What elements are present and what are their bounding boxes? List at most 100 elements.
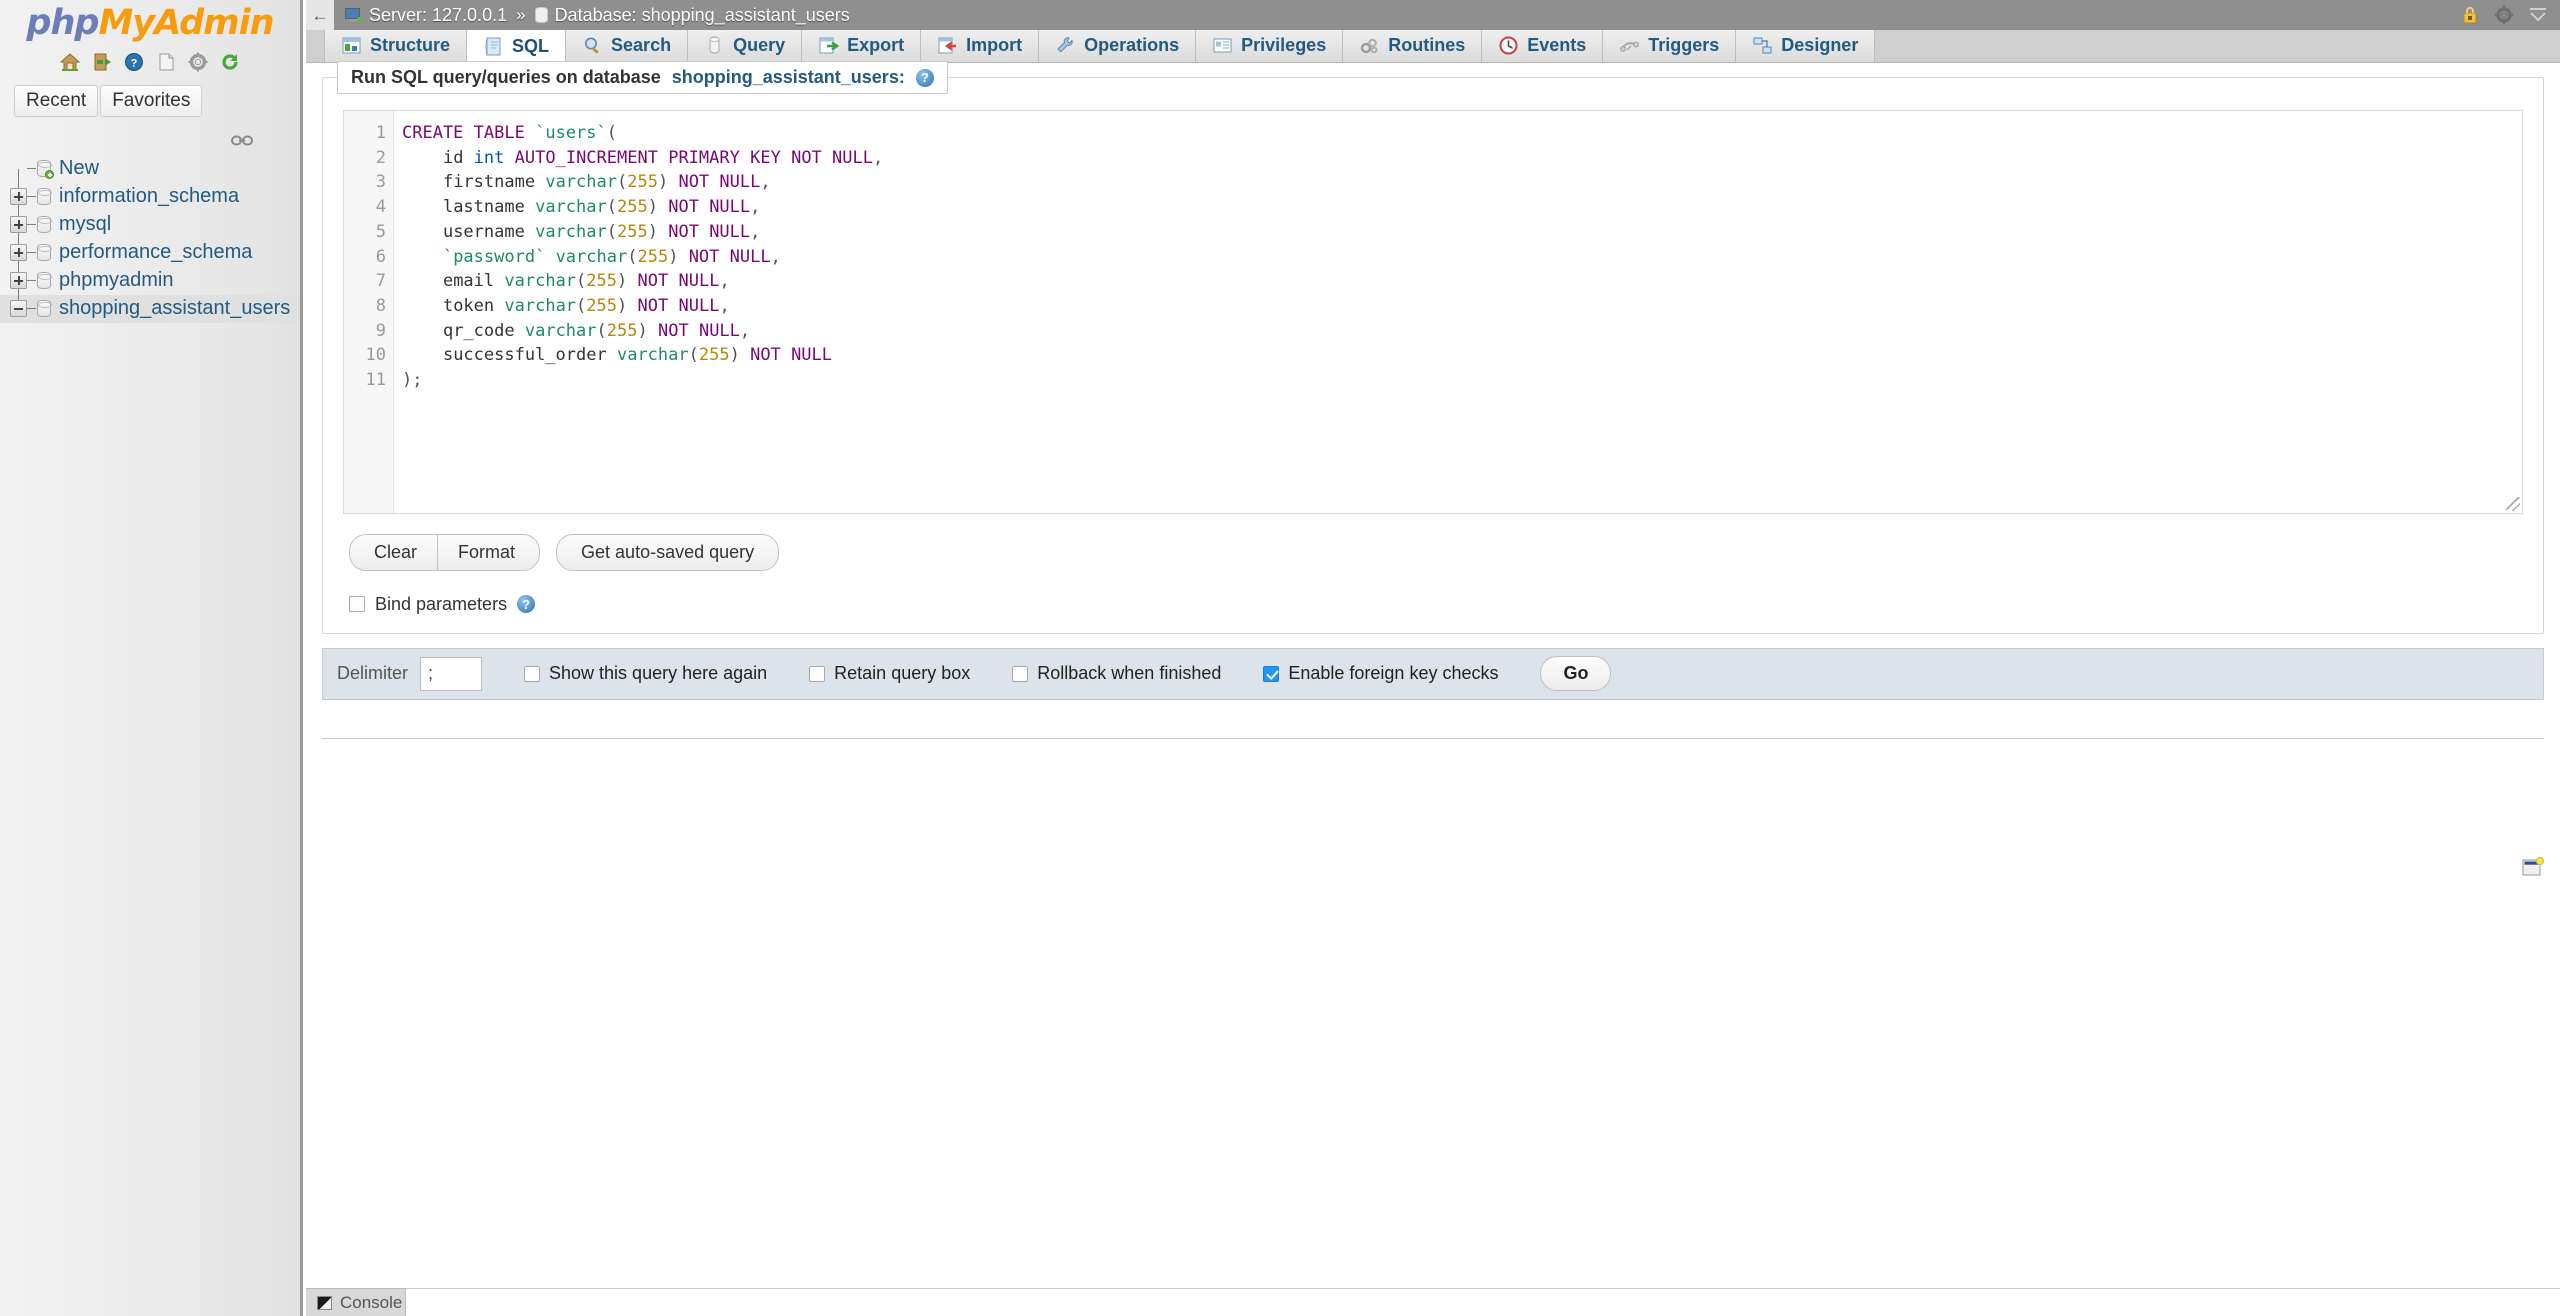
- option-label: Enable foreign key checks: [1288, 663, 1498, 684]
- bind-parameters-checkbox[interactable]: [349, 596, 365, 612]
- sidebar: phpMyAdmin ? Recent Favorites: [0, 0, 303, 1316]
- console-bar[interactable]: Console: [306, 1288, 406, 1316]
- sql-editor[interactable]: 1 2 3 4 5 6 7 8 9 10 11 CREATE TABLE `us…: [343, 110, 2523, 514]
- tree-item-performance-schema[interactable]: performance_schema: [0, 239, 300, 267]
- format-button[interactable]: Format: [437, 534, 540, 571]
- delimiter-input[interactable]: ;: [420, 657, 482, 691]
- logo[interactable]: phpMyAdmin: [0, 0, 300, 41]
- retain-query-box-checkbox[interactable]: [809, 666, 825, 682]
- link-unlink-icon[interactable]: [231, 133, 253, 144]
- reload-icon[interactable]: [220, 52, 240, 72]
- tab-label: Search: [611, 35, 671, 56]
- editor-resize-grip[interactable]: [2506, 497, 2520, 511]
- tab-designer[interactable]: Designer: [1736, 29, 1875, 62]
- console-divider: [406, 1288, 2560, 1289]
- import-icon: [937, 35, 958, 56]
- show-query-again-checkbox[interactable]: [524, 666, 540, 682]
- server-icon: [345, 8, 362, 23]
- tab-events[interactable]: Events: [1482, 29, 1603, 62]
- tree-expand-icon[interactable]: [10, 216, 27, 233]
- tree-item-new[interactable]: New: [0, 155, 300, 183]
- breadcrumb-actions: [2460, 0, 2548, 30]
- option-label: Show this query here again: [549, 663, 767, 684]
- favorites-tab[interactable]: Favorites: [100, 85, 202, 117]
- tab-sql[interactable]: SQL: [467, 30, 566, 63]
- tab-triggers[interactable]: Triggers: [1603, 29, 1736, 62]
- tab-privileges[interactable]: Privileges: [1196, 29, 1343, 62]
- legend-database-name: shopping_assistant_users:: [672, 67, 905, 88]
- tab-label: Import: [966, 35, 1022, 56]
- recent-favorites-tabs: Recent Favorites: [14, 85, 300, 117]
- settings-icon[interactable]: [188, 52, 208, 72]
- breadcrumb-bar: ← Server: 127.0.0.1 » Database: shopping…: [306, 0, 2560, 30]
- go-button[interactable]: Go: [1540, 656, 1611, 691]
- documentation-icon[interactable]: [156, 52, 176, 72]
- sql-code-content[interactable]: CREATE TABLE `users`( id int AUTO_INCREM…: [394, 111, 2522, 513]
- tree-item-mysql[interactable]: mysql: [0, 211, 300, 239]
- console-icon: [317, 1296, 332, 1310]
- tab-operations[interactable]: Operations: [1039, 29, 1196, 62]
- logo-php: php: [26, 3, 98, 43]
- tab-label: Triggers: [1648, 35, 1719, 56]
- legend-prefix: Run SQL query/queries on database: [351, 67, 661, 88]
- svg-text:?: ?: [131, 58, 138, 70]
- triggers-icon: [1619, 35, 1640, 56]
- export-icon: [818, 35, 839, 56]
- tree-item-label: New: [59, 157, 99, 180]
- events-icon: [1498, 35, 1519, 56]
- tree-toggle-none: [10, 160, 27, 177]
- rollback-when-finished-checkbox[interactable]: [1012, 666, 1028, 682]
- tab-label: Operations: [1084, 35, 1179, 56]
- query-icon: [704, 35, 725, 56]
- clear-button[interactable]: Clear: [349, 534, 437, 571]
- option-show-query-again[interactable]: Show this query here again: [524, 663, 767, 684]
- breadcrumb-server[interactable]: Server: 127.0.0.1: [369, 5, 507, 26]
- database-icon: [37, 300, 51, 317]
- tab-export[interactable]: Export: [802, 29, 921, 62]
- get-auto-saved-query-button[interactable]: Get auto-saved query: [556, 534, 779, 571]
- back-button[interactable]: ←: [306, 0, 334, 30]
- main-tabs: Structure SQL Search Query Export Import…: [306, 30, 2560, 63]
- tree-item-information-schema[interactable]: information_schema: [0, 183, 300, 211]
- tree-item-label: mysql: [59, 213, 111, 236]
- logout-icon[interactable]: [92, 52, 112, 72]
- collapse-icon[interactable]: [2528, 5, 2548, 25]
- query-window-icon[interactable]: [2522, 857, 2544, 877]
- tree-item-shopping-assistant-users[interactable]: shopping_assistant_users: [0, 295, 300, 323]
- bind-parameters-row: Bind parameters ?: [349, 594, 2543, 615]
- line-number: 2: [344, 146, 393, 171]
- tab-import[interactable]: Import: [921, 29, 1039, 62]
- lock-icon[interactable]: [2460, 5, 2480, 25]
- home-icon[interactable]: [60, 52, 80, 72]
- docs-help-icon[interactable]: ?: [124, 52, 144, 72]
- gear-icon[interactable]: [2494, 5, 2514, 25]
- option-retain-query-box[interactable]: Retain query box: [809, 663, 970, 684]
- recent-tab[interactable]: Recent: [14, 85, 98, 117]
- breadcrumb-database[interactable]: Database: shopping_assistant_users: [555, 5, 850, 26]
- option-rollback-when-finished[interactable]: Rollback when finished: [1012, 663, 1221, 684]
- tree-dash: [27, 224, 36, 225]
- editor-line-numbers: 1 2 3 4 5 6 7 8 9 10 11: [344, 111, 394, 513]
- logo-admin: Admin: [154, 3, 273, 43]
- help-icon[interactable]: ?: [517, 595, 535, 613]
- tab-label: Structure: [370, 35, 450, 56]
- tab-query[interactable]: Query: [688, 29, 802, 62]
- tab-routines[interactable]: Routines: [1343, 29, 1482, 62]
- option-enable-foreign-key-checks[interactable]: Enable foreign key checks: [1263, 663, 1498, 684]
- tab-label: Events: [1527, 35, 1586, 56]
- tree-expand-icon[interactable]: [10, 272, 27, 289]
- tree-item-phpmyadmin[interactable]: phpmyadmin: [0, 267, 300, 295]
- clear-format-group: Clear Format: [349, 534, 540, 571]
- tree-collapse-icon[interactable]: [10, 300, 27, 317]
- tree-expand-icon[interactable]: [10, 244, 27, 261]
- search-icon: [582, 35, 603, 56]
- sql-icon: [483, 36, 504, 57]
- tab-search[interactable]: Search: [566, 29, 688, 62]
- breadcrumb: Server: 127.0.0.1 » Database: shopping_a…: [345, 5, 850, 26]
- tab-label: SQL: [512, 36, 549, 57]
- tab-structure[interactable]: Structure: [324, 29, 467, 62]
- tree-expand-icon[interactable]: [10, 188, 27, 205]
- query-options-bar: Delimiter ; Show this query here again R…: [322, 648, 2544, 700]
- help-icon[interactable]: ?: [916, 69, 934, 87]
- enable-foreign-key-checks-checkbox[interactable]: [1263, 666, 1279, 682]
